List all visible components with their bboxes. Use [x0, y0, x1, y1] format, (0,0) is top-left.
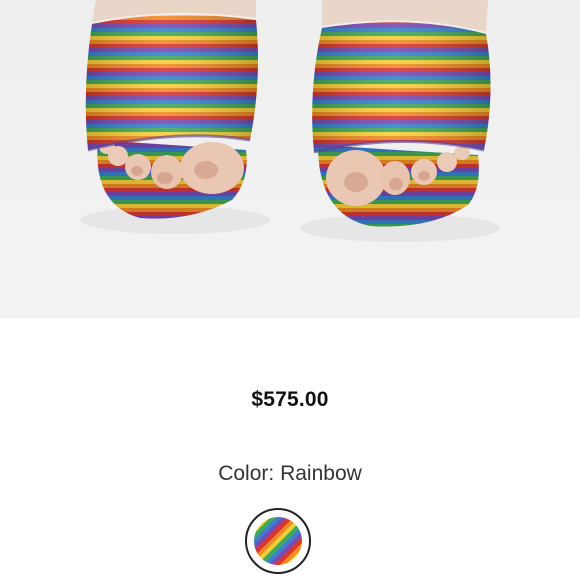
- rainbow-slide-sandals-illustration: [80, 0, 500, 242]
- color-swatch-rainbow[interactable]: [245, 508, 311, 574]
- product-price: $575.00: [251, 388, 329, 411]
- color-value: Rainbow: [280, 462, 362, 485]
- rainbow-swatch-icon: [254, 517, 302, 565]
- color-selection-label: Color: Rainbow: [0, 462, 580, 486]
- product-page: $575.00 Color: Rainbow: [0, 0, 580, 580]
- product-image: [0, 0, 580, 318]
- color-label: Color:: [218, 462, 275, 485]
